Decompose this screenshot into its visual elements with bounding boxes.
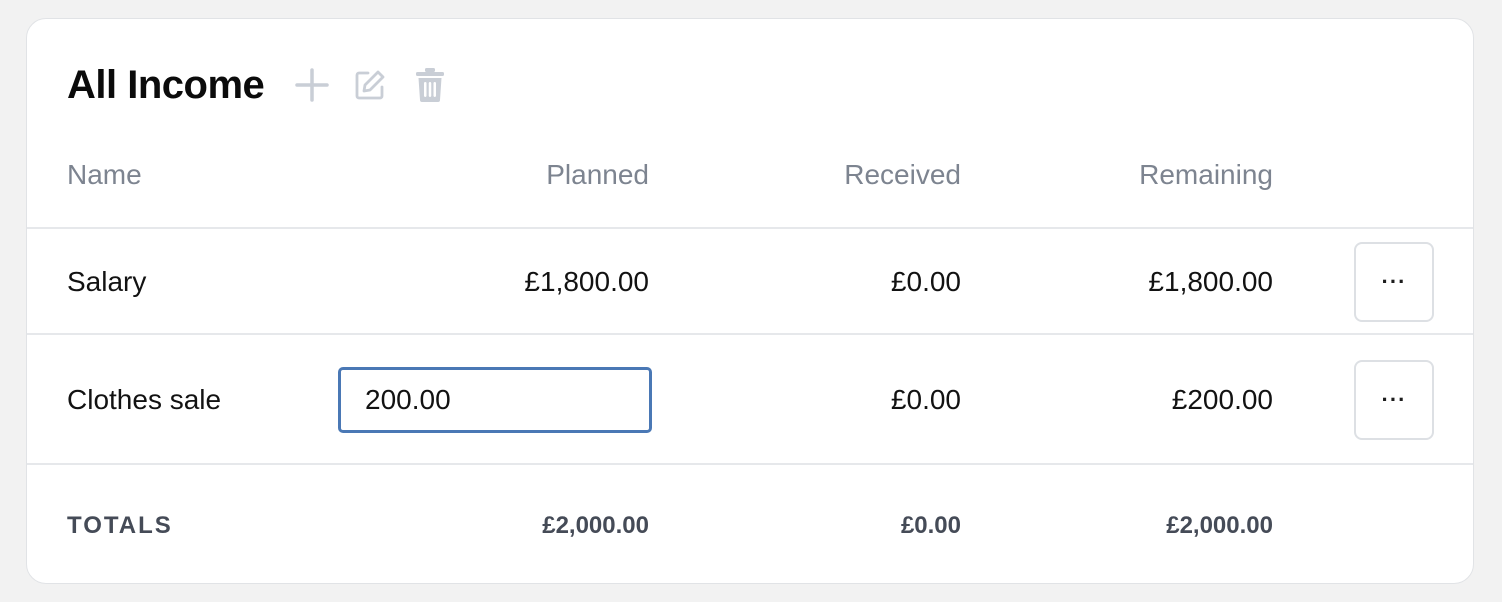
total-received: £0.00 [900, 512, 961, 539]
planned-amount-input[interactable] [338, 367, 652, 433]
income-card: All Income Name Planned Received Remaini… [26, 18, 1474, 584]
table-header: Name Planned Received Remaining [27, 151, 1473, 201]
column-header-name: Name [67, 159, 142, 190]
edit-button[interactable] [350, 65, 390, 105]
column-header-received: Received [844, 159, 961, 190]
row-received: £0.00 [890, 266, 961, 297]
column-header-planned: Planned [546, 159, 649, 190]
edit-icon [355, 70, 385, 100]
row-menu-button[interactable]: ··· [1354, 242, 1434, 322]
row-remaining: £1,800.00 [1148, 266, 1273, 297]
total-planned: £2,000.00 [542, 512, 649, 539]
column-header-remaining: Remaining [1139, 159, 1273, 190]
trash-icon [416, 68, 445, 102]
delete-button[interactable] [410, 65, 450, 105]
table-row: Clothes sale £0.00 £200.00 ··· [27, 333, 1473, 465]
row-name: Clothes sale [67, 384, 222, 415]
row-menu-button[interactable]: ··· [1354, 360, 1434, 440]
totals-row: TOTALS £2,000.00 £0.00 £2,000.00 [27, 463, 1473, 583]
row-remaining: £200.00 [1171, 384, 1273, 415]
card-header: All Income [67, 57, 450, 113]
totals-label: TOTALS [67, 512, 173, 539]
row-received: £0.00 [890, 384, 961, 415]
plus-icon [295, 68, 330, 102]
add-income-button[interactable] [292, 65, 332, 105]
total-remaining: £2,000.00 [1166, 512, 1273, 539]
page-title: All Income [67, 62, 265, 107]
row-planned[interactable]: £1,800.00 [524, 266, 649, 298]
table-row: Salary £1,800.00 £0.00 £1,800.00 ··· [27, 227, 1473, 335]
row-name: Salary [67, 266, 147, 297]
